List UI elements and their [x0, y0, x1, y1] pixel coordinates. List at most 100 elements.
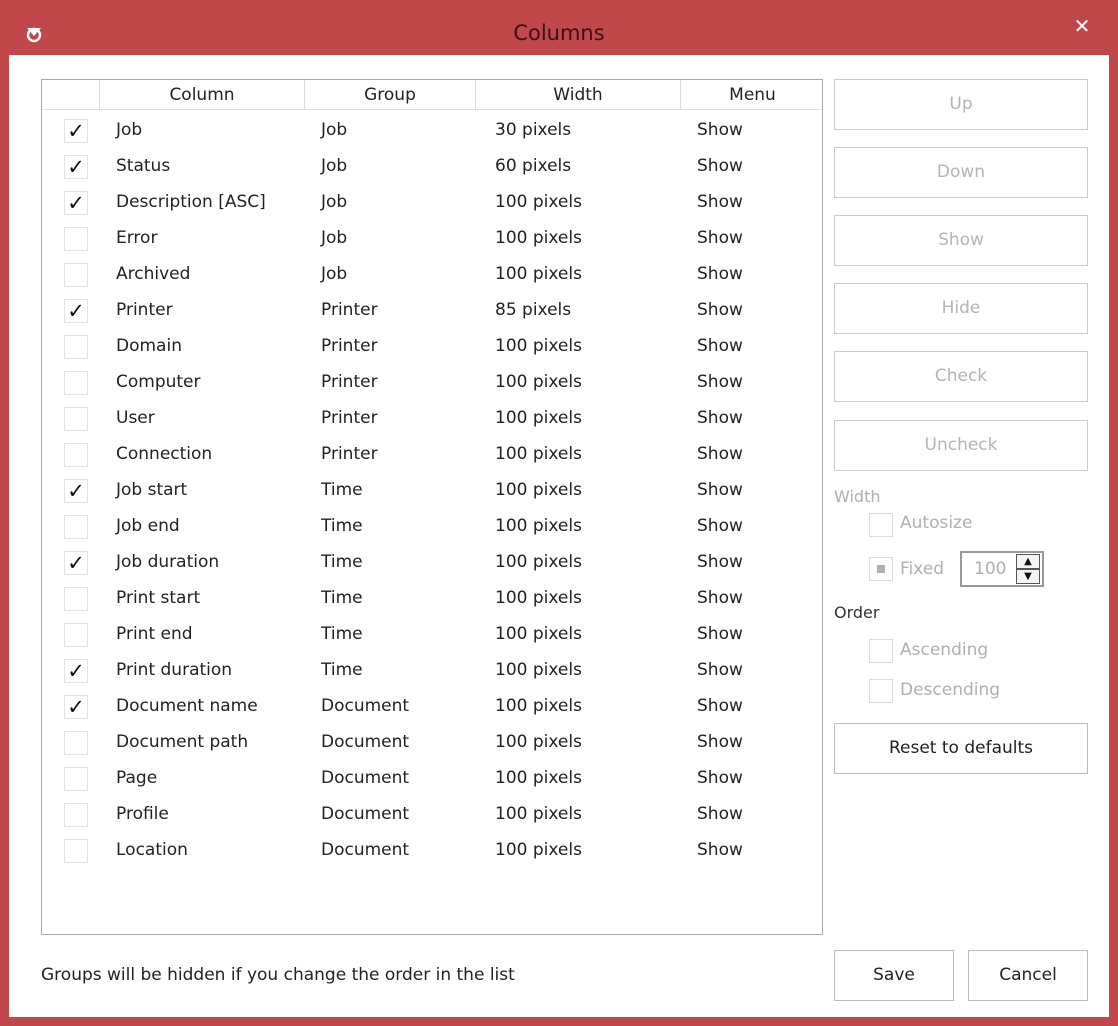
column-cell: Status — [116, 156, 171, 176]
row-checkbox[interactable] — [64, 263, 88, 287]
dialog-body: Column Group Width Menu ✓ Job Job 30 pixels… — [9, 55, 1109, 1017]
menu-cell: Show — [697, 732, 743, 752]
table-row[interactable]: Print start Time 100 pixels Show — [42, 581, 822, 617]
menu-cell: Show — [697, 156, 743, 176]
ascending-radio[interactable] — [869, 639, 893, 663]
ascending-label: Ascending — [900, 640, 989, 660]
group-cell: Time — [321, 588, 363, 608]
row-checkbox[interactable] — [64, 803, 88, 827]
save-button[interactable]: Save — [834, 950, 954, 1001]
table-row[interactable]: ✓ Document name Document 100 pixels Show — [42, 689, 822, 725]
descending-label: Descending — [900, 680, 1001, 700]
group-cell: Printer — [321, 336, 378, 356]
cancel-button[interactable]: Cancel — [968, 950, 1088, 1001]
table-row[interactable]: Location Document 100 pixels Show — [42, 833, 822, 869]
table-row[interactable]: Page Document 100 pixels Show — [42, 761, 822, 797]
header-width[interactable]: Width — [476, 80, 681, 110]
width-cell: 100 pixels — [495, 552, 582, 572]
header-check — [42, 80, 100, 110]
group-cell: Time — [321, 480, 363, 500]
hide-button[interactable]: Hide — [834, 283, 1088, 334]
width-group-label: Width — [834, 487, 881, 506]
row-checkbox[interactable] — [64, 623, 88, 647]
column-cell: Computer — [116, 372, 201, 392]
menu-cell: Show — [697, 768, 743, 788]
menu-cell: Show — [697, 264, 743, 284]
row-checkbox[interactable]: ✓ — [64, 155, 88, 179]
group-cell: Time — [321, 516, 363, 536]
table-row[interactable]: Domain Printer 100 pixels Show — [42, 329, 822, 365]
row-checkbox[interactable] — [64, 407, 88, 431]
row-checkbox[interactable]: ✓ — [64, 479, 88, 503]
width-cell: 100 pixels — [495, 228, 582, 248]
header-group[interactable]: Group — [305, 80, 476, 110]
table-row[interactable]: Error Job 100 pixels Show — [42, 221, 822, 257]
autosize-radio[interactable] — [869, 513, 893, 537]
header-column[interactable]: Column — [100, 80, 305, 110]
group-cell: Job — [321, 192, 348, 212]
width-cell: 100 pixels — [495, 660, 582, 680]
fixed-width-value: 100 — [974, 559, 1007, 579]
row-checkbox[interactable]: ✓ — [64, 299, 88, 323]
descending-radio[interactable] — [869, 679, 893, 703]
row-checkbox[interactable] — [64, 515, 88, 539]
up-button[interactable]: Up — [834, 79, 1088, 130]
fixed-radio[interactable] — [869, 557, 893, 581]
group-cell: Document — [321, 732, 410, 752]
width-cell: 100 pixels — [495, 768, 582, 788]
menu-cell: Show — [697, 408, 743, 428]
table-row[interactable]: ✓ Status Job 60 pixels Show — [42, 149, 822, 185]
table-row[interactable]: ✓ Job Job 30 pixels Show — [42, 113, 822, 149]
decrement-arrow-icon[interactable]: ▼ — [1016, 569, 1040, 584]
table-row[interactable]: User Printer 100 pixels Show — [42, 401, 822, 437]
row-checkbox[interactable] — [64, 335, 88, 359]
row-checkbox[interactable] — [64, 767, 88, 791]
column-cell: Job — [116, 120, 143, 140]
table-row[interactable]: Profile Document 100 pixels Show — [42, 797, 822, 833]
row-checkbox[interactable]: ✓ — [64, 191, 88, 215]
row-checkbox[interactable]: ✓ — [64, 119, 88, 143]
down-button[interactable]: Down — [834, 147, 1088, 198]
group-cell: Job — [321, 228, 348, 248]
width-cell: 100 pixels — [495, 516, 582, 536]
width-cell: 100 pixels — [495, 408, 582, 428]
columns-dialog: Columns ✕ Column Group Width Menu ✓ Job Jo… — [0, 0, 1118, 1026]
width-cell: 100 pixels — [495, 192, 582, 212]
table-row[interactable]: ✓ Description [ASC] Job 100 pixels Show — [42, 185, 822, 221]
row-checkbox[interactable]: ✓ — [64, 551, 88, 575]
row-checkbox[interactable] — [64, 371, 88, 395]
row-checkbox[interactable]: ✓ — [64, 695, 88, 719]
width-cell: 100 pixels — [495, 624, 582, 644]
row-checkbox[interactable] — [64, 839, 88, 863]
row-checkbox[interactable]: ✓ — [64, 659, 88, 683]
table-row[interactable]: ✓ Print duration Time 100 pixels Show — [42, 653, 822, 689]
columns-list[interactable]: Column Group Width Menu ✓ Job Job 30 pixels… — [41, 79, 823, 935]
check-button[interactable]: Check — [834, 351, 1088, 402]
row-checkbox[interactable] — [64, 227, 88, 251]
width-cell: 100 pixels — [495, 264, 582, 284]
row-checkbox[interactable] — [64, 443, 88, 467]
menu-cell: Show — [697, 228, 743, 248]
header-menu[interactable]: Menu — [681, 80, 822, 110]
table-row[interactable]: Job end Time 100 pixels Show — [42, 509, 822, 545]
table-row[interactable]: ✓ Printer Printer 85 pixels Show — [42, 293, 822, 329]
fixed-width-stepper[interactable]: 100 ▲ ▼ — [960, 551, 1044, 587]
table-row[interactable]: Connection Printer 100 pixels Show — [42, 437, 822, 473]
table-row[interactable]: ✓ Job duration Time 100 pixels Show — [42, 545, 822, 581]
row-checkbox[interactable] — [64, 587, 88, 611]
column-cell: Archived — [116, 264, 191, 284]
table-row[interactable]: Archived Job 100 pixels Show — [42, 257, 822, 293]
width-cell: 100 pixels — [495, 372, 582, 392]
reset-defaults-button[interactable]: Reset to defaults — [834, 723, 1088, 774]
increment-arrow-icon[interactable]: ▲ — [1016, 554, 1040, 569]
table-row[interactable]: Document path Document 100 pixels Show — [42, 725, 822, 761]
table-row[interactable]: Computer Printer 100 pixels Show — [42, 365, 822, 401]
row-checkbox[interactable] — [64, 731, 88, 755]
table-row[interactable]: ✓ Job start Time 100 pixels Show — [42, 473, 822, 509]
uncheck-button[interactable]: Uncheck — [834, 420, 1088, 471]
close-button[interactable]: ✕ — [1058, 11, 1106, 41]
table-row[interactable]: Print end Time 100 pixels Show — [42, 617, 822, 653]
show-button[interactable]: Show — [834, 215, 1088, 266]
group-cell: Time — [321, 660, 363, 680]
column-cell: Domain — [116, 336, 182, 356]
